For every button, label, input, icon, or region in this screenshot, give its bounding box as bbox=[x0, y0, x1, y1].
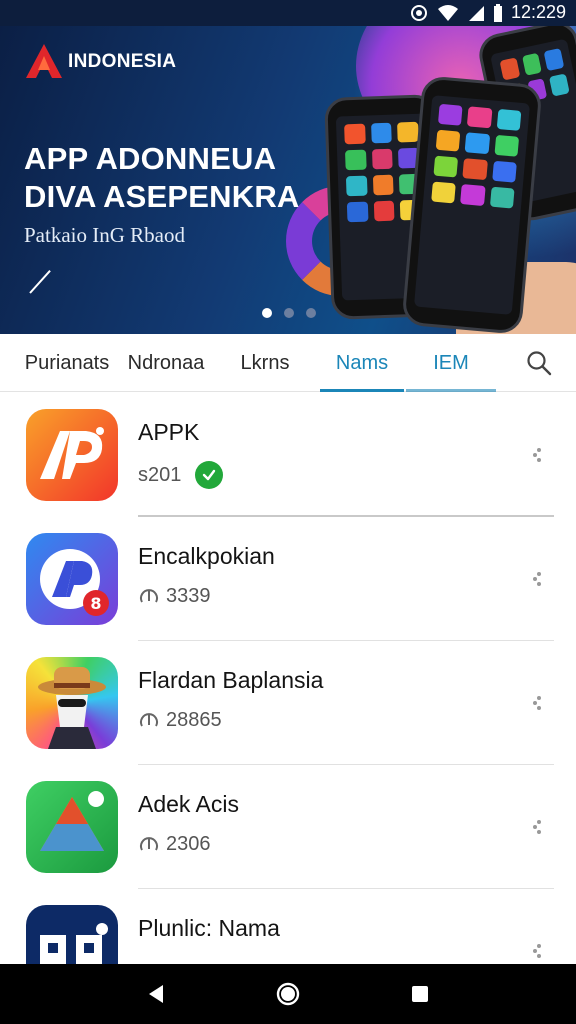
app-meta-value: s201 bbox=[138, 463, 182, 486]
hero-banner[interactable]: INDONESIA APP ADONNEUA DIVA ASEPENKRA Pa… bbox=[0, 26, 576, 334]
app-meta: s201 bbox=[138, 461, 224, 489]
app-name: Flardan Baplansia bbox=[138, 667, 324, 693]
hero-subtitle: Patkaio InG Rbaod bbox=[24, 223, 185, 247]
app-meta: 3339 bbox=[138, 585, 211, 608]
carousel-dot[interactable] bbox=[262, 308, 272, 318]
list-item[interactable]: APPK s201 bbox=[0, 393, 576, 517]
hero-title-line-2: DIVA ASEPENKRA bbox=[24, 179, 300, 214]
tab-indicator bbox=[406, 389, 496, 392]
ap-logo-icon bbox=[26, 409, 118, 501]
status-icons: 12:229 bbox=[409, 2, 566, 23]
app-name: Plunlic: Nama bbox=[138, 915, 280, 941]
slash-decoration bbox=[29, 270, 51, 294]
tab-purianats[interactable]: Purianats bbox=[14, 334, 120, 392]
brand-logo-icon bbox=[26, 44, 62, 78]
phone-illustration bbox=[401, 75, 543, 334]
svg-text:8: 8 bbox=[90, 594, 101, 613]
search-icon[interactable] bbox=[526, 350, 552, 376]
more-options-icon[interactable] bbox=[530, 571, 544, 587]
download-icon bbox=[138, 586, 160, 608]
more-options-icon[interactable] bbox=[530, 819, 544, 835]
carousel-dot[interactable] bbox=[284, 308, 294, 318]
system-navigation-bar bbox=[0, 964, 576, 1024]
tab-ndronaa[interactable]: Ndronaa bbox=[120, 334, 212, 392]
camera-icon bbox=[409, 3, 429, 23]
download-icon bbox=[138, 834, 160, 856]
carousel-dot[interactable] bbox=[306, 308, 316, 318]
signal-icon bbox=[467, 4, 485, 22]
home-icon[interactable] bbox=[273, 979, 303, 1009]
tab-lkrns[interactable]: Lkrns bbox=[226, 334, 304, 392]
more-options-icon[interactable] bbox=[530, 695, 544, 711]
wifi-icon bbox=[437, 4, 459, 22]
triangle-logo-icon bbox=[26, 781, 118, 873]
ap-circle-logo-icon: 8 bbox=[26, 533, 118, 625]
app-meta-value: 2306 bbox=[166, 833, 211, 855]
brand-logo: INDONESIA bbox=[24, 42, 176, 82]
back-icon[interactable] bbox=[141, 979, 171, 1009]
more-options-icon[interactable] bbox=[530, 447, 544, 463]
app-meta: 28865 bbox=[138, 709, 222, 732]
more-options-icon[interactable] bbox=[530, 943, 544, 959]
hat-character-icon bbox=[26, 657, 118, 749]
tab-iem[interactable]: IEM bbox=[406, 334, 496, 392]
category-tabs: Purianats Ndronaa Lkrns Nams IEM bbox=[0, 334, 576, 392]
verified-check-icon bbox=[195, 461, 224, 489]
app-meta-value: 28865 bbox=[166, 709, 222, 731]
download-icon bbox=[138, 710, 160, 732]
carousel-indicator[interactable] bbox=[262, 308, 316, 318]
app-name: Adek Acis bbox=[138, 791, 239, 817]
app-name: Encalkpokian bbox=[138, 543, 275, 569]
status-time: 12:229 bbox=[510, 2, 566, 22]
app-name: APPK bbox=[138, 419, 200, 445]
app-meta-value: 3339 bbox=[166, 585, 211, 607]
active-tab-indicator bbox=[320, 389, 404, 392]
list-item[interactable]: 8 Encalkpokian 3339 bbox=[0, 517, 576, 641]
battery-icon bbox=[493, 3, 503, 23]
status-bar: 12:229 bbox=[0, 0, 576, 26]
hero-title: APP ADONNEUA DIVA ASEPENKRA bbox=[24, 140, 300, 216]
list-item[interactable]: Adek Acis 2306 bbox=[0, 765, 576, 889]
recents-icon[interactable] bbox=[405, 979, 435, 1009]
app-meta: 2306 bbox=[138, 833, 211, 856]
brand-logo-text: INDONESIA bbox=[68, 51, 177, 72]
tab-nams[interactable]: Nams bbox=[320, 334, 404, 392]
hero-title-line-1: APP ADONNEUA bbox=[24, 141, 277, 176]
list-item[interactable]: Flardan Baplansia 28865 bbox=[0, 641, 576, 765]
